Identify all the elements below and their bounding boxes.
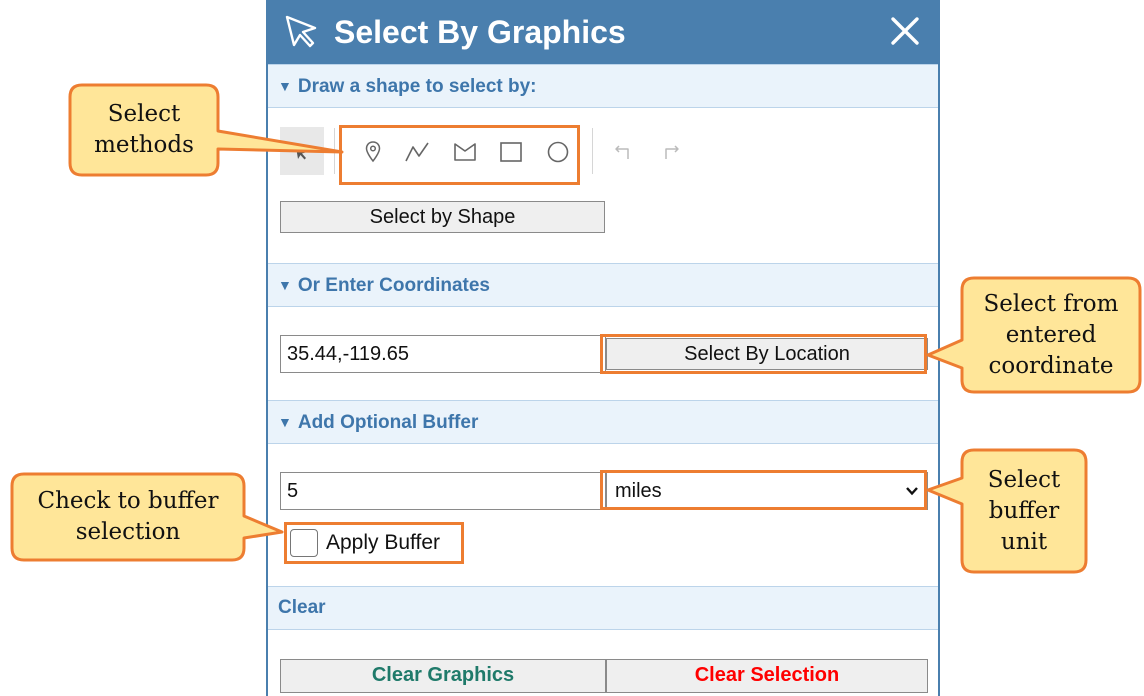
section-clear-header[interactable]: Clear [268, 586, 938, 630]
select-methods-callout: Select methods [68, 83, 344, 177]
apply-buffer-label: Apply Buffer [326, 531, 441, 554]
select-buffer-unit-callout: Select buffer unit [926, 448, 1088, 574]
chevron-down-icon [906, 487, 918, 496]
select-by-location-button[interactable]: Select By Location [606, 338, 928, 370]
circle-icon [547, 141, 569, 163]
panel-titlebar: Select By Graphics [268, 0, 938, 64]
section-buffer-label: Add Optional Buffer [297, 412, 479, 433]
coordinates-input[interactable]: 35.44,-119.65 [280, 335, 606, 373]
section-coordinates-header[interactable]: ▼ Or Enter Coordinates [268, 263, 938, 307]
undo-icon [615, 145, 629, 159]
toolbar-separator [592, 128, 593, 174]
rectangle-tool-button[interactable] [498, 140, 524, 164]
caret-down-icon: ▼ [278, 78, 292, 94]
polygon-tool-button[interactable] [452, 140, 478, 164]
point-tool-button[interactable] [360, 140, 386, 164]
clear-selection-button[interactable]: Clear Selection [606, 659, 928, 693]
polygon-icon [454, 143, 476, 161]
caret-down-icon: ▼ [278, 277, 292, 293]
check-to-buffer-callout: Check to buffer selection [10, 472, 284, 562]
circle-tool-button[interactable] [545, 140, 571, 164]
section-clear-label: Clear [278, 597, 326, 618]
rectangle-icon [500, 142, 522, 162]
undo-button[interactable] [612, 140, 634, 164]
select-from-coordinate-callout: Select from entered coordinate [926, 276, 1142, 394]
polyline-tool-button[interactable] [404, 140, 430, 164]
close-icon[interactable] [890, 16, 920, 46]
point-icon [365, 141, 381, 163]
redo-icon [665, 145, 679, 159]
section-buffer-header[interactable]: ▼ Add Optional Buffer [268, 400, 938, 444]
apply-buffer-checkbox[interactable] [290, 529, 318, 557]
polyline-icon [405, 142, 429, 162]
clear-graphics-button[interactable]: Clear Graphics [280, 659, 606, 693]
section-draw-label: Draw a shape to select by: [297, 76, 537, 97]
callout-text: Select methods [94, 101, 194, 158]
buffer-unit-value: miles [615, 480, 662, 502]
section-coordinates-label: Or Enter Coordinates [297, 275, 491, 296]
caret-down-icon: ▼ [278, 414, 292, 430]
redo-button[interactable] [660, 140, 682, 164]
callout-text: Check to buffer selection [37, 488, 219, 545]
section-draw-header[interactable]: ▼ Draw a shape to select by: [268, 64, 938, 108]
buffer-distance-input[interactable]: 5 [280, 472, 606, 510]
panel-title: Select By Graphics [334, 14, 626, 50]
select-cursor-icon [285, 15, 317, 48]
select-by-graphics-panel: Select By Graphics ▼ Draw a shape to sele… [266, 0, 940, 696]
callout-text: Select buffer unit [987, 466, 1061, 555]
buffer-unit-select[interactable]: miles [606, 472, 928, 510]
select-by-shape-button[interactable]: Select by Shape [280, 201, 605, 233]
callout-text: Select from entered coordinate [983, 290, 1119, 379]
